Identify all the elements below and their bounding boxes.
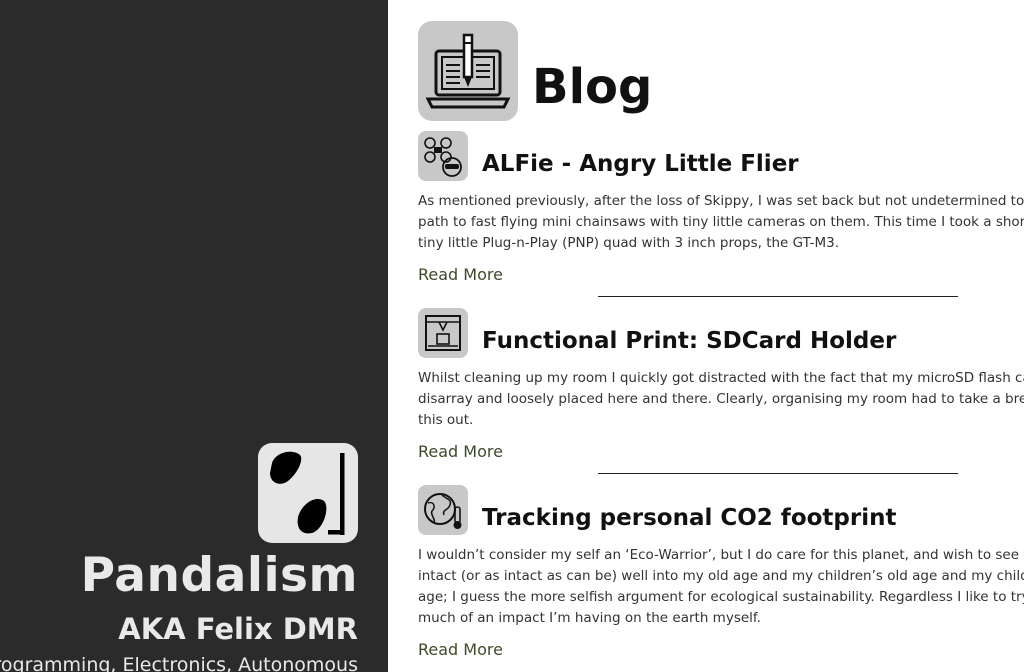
- post-title[interactable]: ALFie - Angry Little Flier: [482, 149, 799, 179]
- post-divider: [598, 473, 958, 474]
- excerpt-line: much of an impact I’m having on the eart…: [418, 610, 761, 626]
- post-title[interactable]: Tracking personal CO2 footprint: [482, 503, 896, 533]
- blog-title: Blog: [532, 59, 653, 115]
- 3d-printer-icon[interactable]: [418, 308, 468, 358]
- site-tagline: Programming, Electronics, Autonomous: [0, 654, 358, 672]
- globe-thermometer-icon[interactable]: [418, 485, 468, 535]
- excerpt-line: path to fast flying mini chainsaws with …: [418, 214, 1024, 230]
- excerpt-line: age; I guess the more selfish argument f…: [418, 589, 1024, 605]
- excerpt-line: intact (or as intact as can be) well int…: [418, 568, 1024, 584]
- laptop-pen-icon: [418, 21, 518, 121]
- post-excerpt: Whilst cleaning up my room I quickly got…: [418, 368, 1024, 431]
- post-title[interactable]: Functional Print: SDCard Holder: [482, 326, 896, 356]
- main-content: Blog ALFie - Angry Little Flier As menti…: [388, 0, 1024, 672]
- site-name: Pandalism: [80, 548, 358, 603]
- post-excerpt: As mentioned previously, after the loss …: [418, 191, 1024, 254]
- panda-logo-icon[interactable]: [258, 443, 358, 543]
- excerpt-line: Whilst cleaning up my room I quickly got…: [418, 370, 1024, 386]
- sidebar: Pandalism AKA Felix DMR Programming, Ele…: [0, 0, 388, 672]
- post-divider: [598, 296, 958, 297]
- drone-icon[interactable]: [418, 131, 468, 181]
- read-more-link[interactable]: Read More: [418, 265, 503, 284]
- site-aka: AKA Felix DMR: [118, 612, 358, 646]
- excerpt-line: As mentioned previously, after the loss …: [418, 193, 1024, 209]
- post-excerpt: I wouldn’t consider my self an ‘Eco-Warr…: [418, 545, 1024, 629]
- excerpt-line: tiny little Plug-n-Play (PNP) quad with …: [418, 235, 840, 251]
- excerpt-line: this out.: [418, 412, 474, 428]
- excerpt-line: disarray and loosely placed here and the…: [418, 391, 1024, 407]
- excerpt-line: I wouldn’t consider my self an ‘Eco-Warr…: [418, 547, 1024, 563]
- read-more-link[interactable]: Read More: [418, 442, 503, 461]
- read-more-link[interactable]: Read More: [418, 640, 503, 659]
